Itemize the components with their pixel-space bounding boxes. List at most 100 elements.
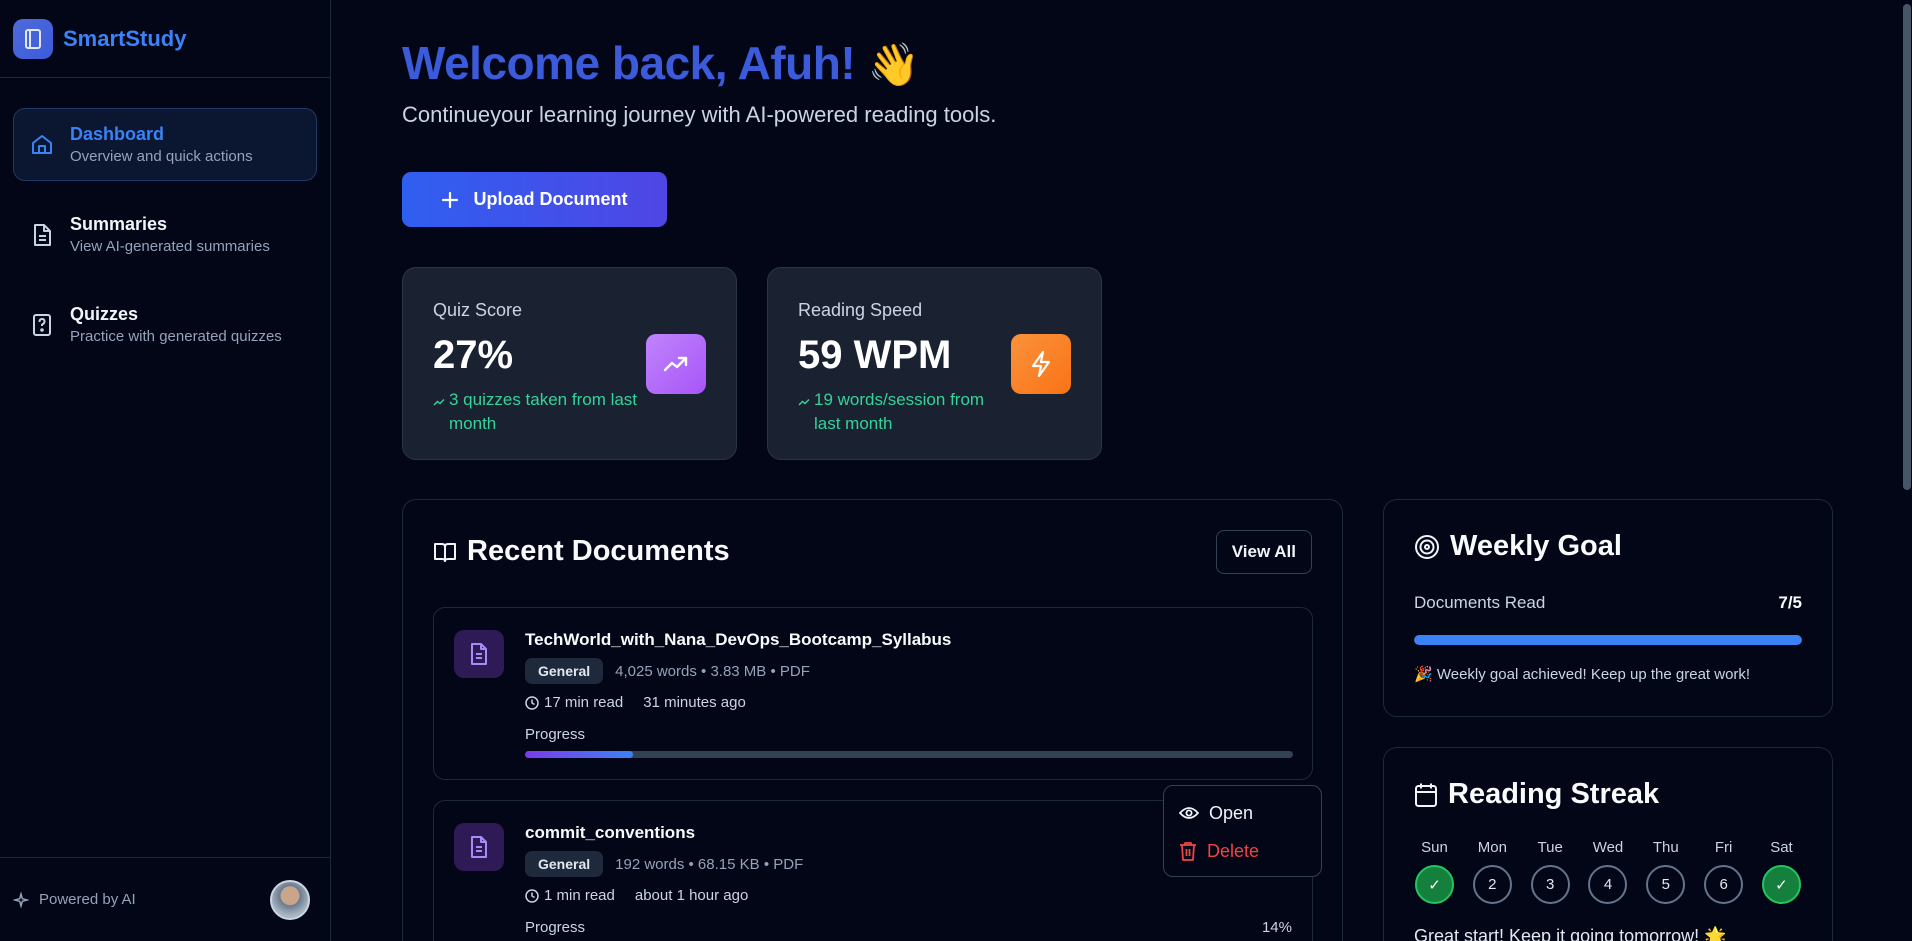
- book-icon: [13, 18, 53, 59]
- read-time: 1 min read: [544, 887, 615, 904]
- goal-value: 7/5: [1778, 593, 1802, 612]
- streak-week: Sun ✓ Mon 2 Tue 3 Wed 4 Thu 5 Fri 6 Sat …: [1414, 839, 1802, 904]
- streak-day-tue: Tue 3: [1530, 839, 1571, 904]
- document-name[interactable]: commit_conventions: [525, 823, 695, 843]
- goal-progress-fill: [1414, 635, 1802, 645]
- streak-day-fri: Fri 6: [1703, 839, 1744, 904]
- brand-name: SmartStudy: [63, 25, 187, 51]
- clock-icon: [525, 695, 539, 710]
- day-circle: 5: [1646, 865, 1686, 904]
- progress-bar: [525, 751, 1293, 758]
- trending-up-icon: [646, 334, 706, 394]
- progress-label: Progress: [525, 726, 586, 743]
- document-item[interactable]: TechWorld_with_Nana_DevOps_Bootcamp_Syll…: [433, 607, 1322, 877]
- calendar-icon: [1415, 783, 1437, 807]
- powered-by-text: Powered by AI: [39, 891, 136, 908]
- reading-streak-panel: Reading Streak Sun ✓ Mon 2 Tue 3 Wed 4 T…: [1383, 747, 1833, 941]
- stat-trend-text: 3 quizzes taken from last month: [449, 390, 638, 433]
- sidebar-nav: Dashboard Overview and quick actions Sum…: [0, 78, 330, 361]
- upload-document-button[interactable]: Upload Document: [402, 172, 667, 227]
- streak-day-mon: Mon 2: [1472, 839, 1513, 904]
- sidebar-item-summaries[interactable]: Summaries View AI-generated summaries: [13, 198, 317, 271]
- uploaded-ago: about 1 hour ago: [634, 887, 749, 904]
- stat-label: Quiz Score: [433, 300, 523, 320]
- uploaded-ago: 31 minutes ago: [643, 694, 746, 711]
- recent-documents-title: Recent Documents: [433, 535, 730, 568]
- scrollbar-thumb[interactable]: [1903, 4, 1911, 490]
- trash-icon: [1180, 842, 1196, 861]
- day-circle: 4: [1588, 865, 1628, 904]
- sidebar-item-title: Summaries: [70, 214, 168, 234]
- trending-up-icon: [433, 399, 445, 406]
- powered-by: Powered by AI: [13, 891, 136, 908]
- open-menu-item[interactable]: Open: [1179, 794, 1306, 832]
- reading-streak-title: Reading Streak: [1414, 778, 1659, 811]
- quiz-score-card: Quiz Score 27% 3 quizzes taken from last…: [402, 267, 737, 460]
- upload-document-label: Upload Document: [473, 189, 628, 209]
- sidebar-item-title: Dashboard: [70, 124, 165, 144]
- clock-icon: [525, 888, 539, 903]
- main-content: Welcome back, Afuh! 👋 Continueyour learn…: [402, 0, 1833, 941]
- sidebar-item-quizzes[interactable]: Quizzes Practice with generated quizzes: [13, 288, 317, 361]
- stat-trend: 3 quizzes taken from last month: [433, 388, 648, 436]
- eye-icon: [1179, 807, 1199, 819]
- brand[interactable]: SmartStudy: [0, 0, 330, 78]
- goal-progress-bar: [1414, 635, 1802, 645]
- weekly-goal-title: Weekly Goal: [1414, 530, 1622, 563]
- view-all-button[interactable]: View All: [1215, 530, 1312, 574]
- streak-day-sat: Sat ✓: [1761, 839, 1802, 904]
- progress-fill: [525, 751, 633, 758]
- sidebar-item-dashboard[interactable]: Dashboard Overview and quick actions: [13, 108, 317, 181]
- day-circle: 6: [1704, 865, 1744, 904]
- stat-label: Reading Speed: [798, 300, 923, 320]
- streak-message: Great start! Keep it going tomorrow! 🌟: [1414, 926, 1727, 941]
- wave-emoji: 👋: [867, 41, 920, 88]
- file-icon: [454, 823, 504, 871]
- welcome-text: Welcome back, Afuh!: [402, 37, 856, 89]
- document-meta: General 192 words • 68.15 KB • PDF: [525, 851, 803, 877]
- page-title: Welcome back, Afuh! 👋: [402, 36, 920, 90]
- category-tag: General: [525, 851, 604, 877]
- sidebar-item-subtitle: View AI-generated summaries: [70, 238, 270, 255]
- document-name[interactable]: TechWorld_with_Nana_DevOps_Bootcamp_Syll…: [525, 630, 951, 650]
- day-circle: ✓: [1761, 865, 1801, 904]
- category-tag: General: [525, 658, 604, 684]
- goal-row: Documents Read 7/5: [1414, 593, 1802, 613]
- file-icon: [454, 630, 504, 678]
- stat-trend-text: 19 words/session from last month: [814, 390, 985, 433]
- delete-menu-item[interactable]: Delete: [1179, 832, 1306, 870]
- weekly-goal-panel: Weekly Goal Documents Read 7/5 🎉 Weekly …: [1383, 499, 1833, 717]
- progress-label: Progress: [525, 919, 586, 936]
- streak-day-thu: Thu 5: [1645, 839, 1686, 904]
- home-icon: [28, 131, 56, 159]
- document-meta: General 4,025 words • 3.83 MB • PDF: [525, 658, 810, 684]
- day-circle: 3: [1530, 865, 1570, 904]
- question-file-icon: [28, 311, 56, 339]
- trending-up-icon: [798, 399, 810, 406]
- page-scrollbar[interactable]: [1902, 0, 1912, 941]
- sidebar-item-title: Quizzes: [70, 304, 139, 324]
- day-circle: 2: [1472, 865, 1512, 904]
- read-time: 17 min read: [544, 694, 624, 711]
- goal-message: 🎉 Weekly goal achieved! Keep up the grea…: [1414, 666, 1751, 683]
- document-details: 4,025 words • 3.83 MB • PDF: [615, 662, 810, 680]
- goal-label: Documents Read: [1414, 593, 1546, 612]
- lightning-icon: [1011, 334, 1071, 394]
- streak-day-wed: Wed 4: [1587, 839, 1628, 904]
- document-icon: [28, 221, 56, 249]
- stat-trend: 19 words/session from last month: [798, 388, 1013, 436]
- page-subtitle: Continueyour learning journey with AI-po…: [402, 102, 997, 127]
- avatar[interactable]: [270, 879, 310, 920]
- open-book-icon: [434, 542, 456, 562]
- sparkles-icon: [13, 891, 29, 908]
- sidebar-footer: Powered by AI: [0, 857, 330, 941]
- target-icon: [1415, 534, 1439, 559]
- sidebar: SmartStudy Dashboard Overview and quick …: [0, 0, 331, 941]
- document-details: 192 words • 68.15 KB • PDF: [615, 855, 804, 873]
- plus-icon: [442, 191, 459, 208]
- sidebar-item-subtitle: Practice with generated quizzes: [70, 328, 282, 345]
- day-circle: ✓: [1415, 865, 1454, 904]
- streak-day-sun: Sun ✓: [1414, 839, 1455, 904]
- recent-documents-panel: Recent Documents View All TechWorld_with…: [402, 499, 1343, 941]
- document-time: 1 min read about 1 hour ago: [525, 887, 748, 904]
